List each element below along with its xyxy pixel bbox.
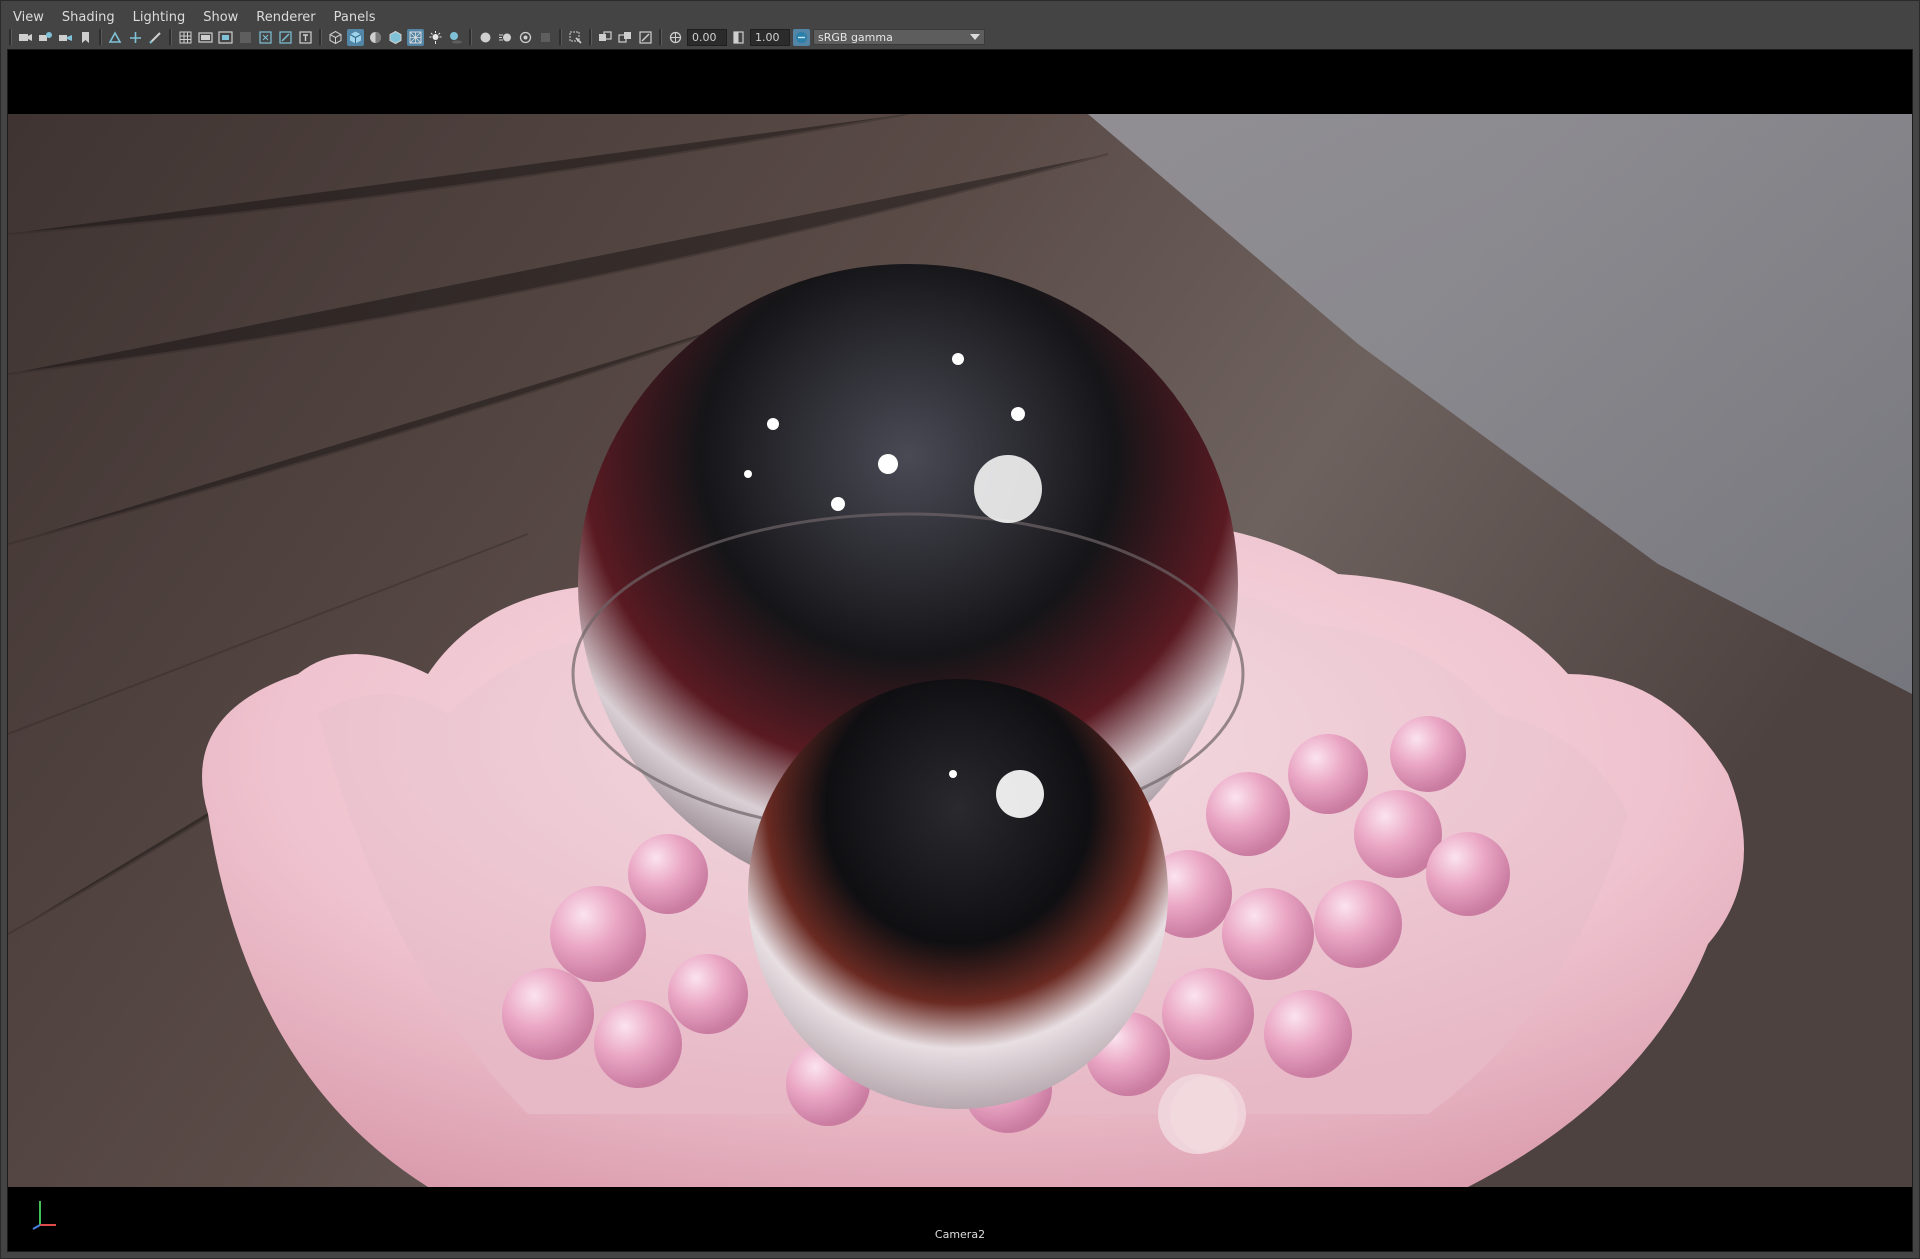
- toolbar-separator: [559, 29, 562, 45]
- 2d-pan-icon[interactable]: [107, 29, 124, 46]
- pencil-icon[interactable]: [147, 29, 164, 46]
- menu-panels[interactable]: Panels: [326, 8, 384, 27]
- backface-culling-icon[interactable]: [637, 29, 654, 46]
- default-material-icon[interactable]: [367, 29, 384, 46]
- menu-lighting[interactable]: Lighting: [125, 8, 194, 27]
- toolbar-separator: [169, 29, 172, 45]
- toolbar-separator: [469, 29, 472, 45]
- toolbar-separator: [319, 29, 322, 45]
- safe-action-icon[interactable]: [277, 29, 294, 46]
- isolate-select-icon[interactable]: [567, 29, 584, 46]
- menu-view[interactable]: View: [5, 8, 52, 27]
- render-view: [8, 114, 1912, 1187]
- exposure-icon[interactable]: [667, 29, 684, 46]
- camera-icon[interactable]: [17, 29, 34, 46]
- panel-toolbar: 0.00 1.00 sRGB gamma: [7, 27, 1037, 47]
- safe-title-icon[interactable]: [297, 29, 314, 46]
- camera-label: Camera2: [934, 1228, 986, 1241]
- shadows-icon[interactable]: [447, 29, 464, 46]
- menu-renderer[interactable]: Renderer: [248, 8, 323, 27]
- menu-show[interactable]: Show: [195, 8, 246, 27]
- gamma-field[interactable]: 1.00: [750, 28, 790, 46]
- smooth-shade-icon[interactable]: [347, 28, 364, 46]
- bookmark-camera-icon[interactable]: [57, 29, 74, 46]
- wireframe-icon[interactable]: [327, 29, 344, 46]
- wireframe-on-shaded-icon[interactable]: [387, 29, 404, 46]
- color-management-icon[interactable]: [793, 28, 810, 46]
- view-axis-icon: [32, 1201, 56, 1230]
- xray-icon[interactable]: [407, 28, 424, 46]
- grid-icon[interactable]: [177, 29, 194, 46]
- resolution-gate-icon[interactable]: [217, 29, 234, 46]
- field-chart-icon[interactable]: [257, 29, 274, 46]
- camera-attributes-icon[interactable]: [37, 29, 54, 46]
- scene-render: [8, 114, 1912, 1187]
- use-all-lights-icon[interactable]: [427, 29, 444, 46]
- viewport-panel-window: View Shading Lighting Show Renderer Pane…: [0, 0, 1920, 1259]
- toolbar-separator: [589, 29, 592, 45]
- gamma-icon[interactable]: [730, 29, 747, 46]
- toolbar-separator: [659, 29, 662, 45]
- gate-mask-icon[interactable]: [237, 29, 254, 46]
- image-plane-icon[interactable]: [77, 29, 94, 46]
- colorspace-value: sRGB gamma: [818, 30, 893, 44]
- xray-active-icon[interactable]: [617, 29, 634, 46]
- film-gate-icon[interactable]: [197, 29, 214, 46]
- 3d-viewport[interactable]: Camera2: [7, 49, 1913, 1252]
- exposure-field[interactable]: 0.00: [687, 28, 727, 46]
- toolbar-separator: [99, 29, 102, 45]
- multisample-aa-icon[interactable]: [517, 29, 534, 46]
- menu-shading[interactable]: Shading: [54, 8, 123, 27]
- xray-joints-icon[interactable]: [597, 29, 614, 46]
- gate-mask-bottom: [8, 1187, 1912, 1251]
- grease-pencil-icon[interactable]: [127, 29, 144, 46]
- chevron-down-icon: [970, 34, 980, 40]
- depth-of-field-icon[interactable]: [537, 29, 554, 46]
- panel-menu-bar: View Shading Lighting Show Renderer Pane…: [5, 5, 1915, 29]
- colorspace-dropdown[interactable]: sRGB gamma: [813, 29, 985, 45]
- motion-blur-icon[interactable]: [497, 29, 514, 46]
- toolbar-separator: [9, 29, 12, 45]
- screen-space-ao-icon[interactable]: [477, 29, 494, 46]
